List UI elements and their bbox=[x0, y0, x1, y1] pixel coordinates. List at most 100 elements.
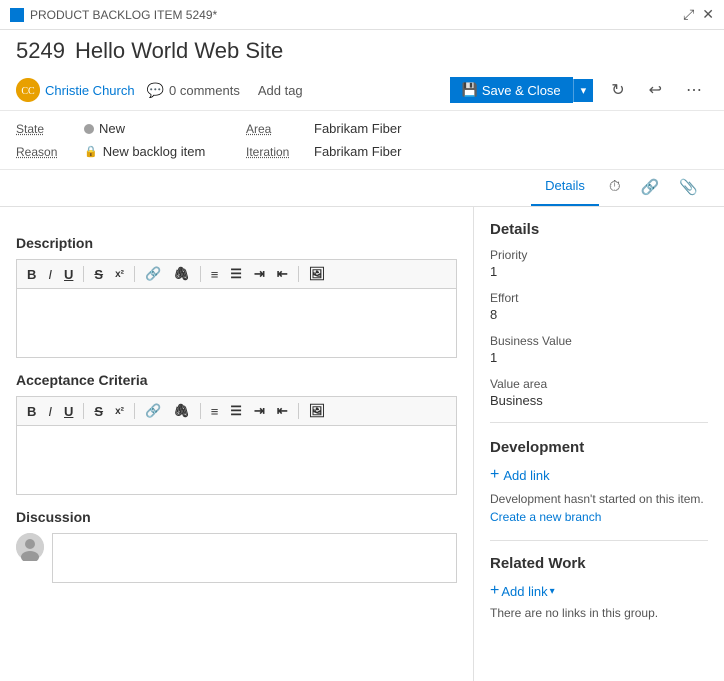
avatar: CC bbox=[16, 78, 40, 102]
reason-value[interactable]: 🔒 New backlog item bbox=[84, 144, 205, 159]
ac-italic-button[interactable]: I bbox=[44, 402, 56, 421]
discussion-section: Discussion bbox=[16, 509, 457, 583]
link2-button[interactable]: 🖇 bbox=[169, 264, 194, 284]
add-link-plus-icon: + bbox=[490, 466, 499, 484]
priority-field: Priority 1 bbox=[490, 248, 708, 279]
refresh-button[interactable]: ↻ bbox=[605, 76, 630, 104]
comments-button[interactable]: 💬 0 comments bbox=[147, 82, 240, 99]
ac-ol-button[interactable]: ☰ bbox=[226, 401, 246, 421]
value-area-label: Value area bbox=[490, 377, 708, 391]
development-title: Development bbox=[490, 439, 708, 456]
discussion-input[interactable] bbox=[52, 533, 457, 583]
area-field: Area Fabrikam Fiber bbox=[246, 121, 446, 136]
more-options-button[interactable]: ⋯ bbox=[680, 76, 708, 104]
ac-underline-button[interactable]: U bbox=[60, 402, 77, 421]
lock-icon: 🔒 bbox=[84, 145, 98, 158]
ac-link2-button[interactable]: 🖇 bbox=[169, 401, 194, 421]
save-close-dropdown-button[interactable]: ▾ bbox=[573, 79, 594, 102]
description-editor[interactable] bbox=[16, 288, 457, 358]
underline-button[interactable]: U bbox=[60, 265, 77, 284]
business-value-value[interactable]: 1 bbox=[490, 350, 708, 365]
add-tag-button[interactable]: Add tag bbox=[252, 81, 309, 100]
actions-row: CC Christie Church 💬 0 comments Add tag … bbox=[0, 70, 724, 111]
ac-ul-button[interactable]: ≡ bbox=[207, 402, 223, 421]
meta-col-right: Area Fabrikam Fiber Iteration Fabrikam F… bbox=[246, 121, 446, 159]
related-work-add-link-button[interactable]: + Add link ▾ bbox=[490, 582, 708, 600]
superscript-button[interactable]: x² bbox=[111, 267, 128, 282]
development-section: Development + Add link Development hasn'… bbox=[490, 439, 708, 526]
meta-row: State New Reason 🔒 New backlog item Area… bbox=[0, 111, 724, 170]
state-field: State New bbox=[16, 121, 216, 136]
link1-button[interactable]: 🔗 bbox=[141, 264, 165, 284]
ul-button[interactable]: ≡ bbox=[207, 265, 223, 284]
discussion-avatar bbox=[16, 533, 44, 561]
related-work-title: Related Work bbox=[490, 555, 708, 572]
product-backlog-icon bbox=[10, 8, 24, 22]
related-work-section: Related Work + Add link ▾ There are no l… bbox=[490, 555, 708, 620]
effort-label: Effort bbox=[490, 291, 708, 305]
dev-description: Development hasn't started on this item.… bbox=[490, 490, 708, 526]
ac-bold-button[interactable]: B bbox=[23, 402, 40, 421]
iteration-field: Iteration Fabrikam Fiber bbox=[246, 144, 446, 159]
expand-icon[interactable]: ⤢ bbox=[683, 6, 694, 23]
close-icon[interactable]: ✕ bbox=[702, 6, 714, 23]
tab-attachments[interactable]: 📎 bbox=[669, 170, 708, 206]
ac-superscript-button[interactable]: x² bbox=[111, 404, 128, 419]
dev-add-link-button[interactable]: + Add link bbox=[490, 466, 708, 484]
state-value[interactable]: New bbox=[84, 121, 125, 136]
ac-indent-button[interactable]: ⇥ bbox=[250, 401, 269, 421]
iteration-value[interactable]: Fabrikam Fiber bbox=[314, 144, 401, 159]
item-name[interactable]: Hello World Web Site bbox=[75, 38, 283, 64]
tab-links[interactable]: 🔗 bbox=[631, 170, 670, 206]
meta-col-left: State New Reason 🔒 New backlog item bbox=[16, 121, 216, 159]
value-area-value[interactable]: Business bbox=[490, 393, 708, 408]
business-value-field: Business Value 1 bbox=[490, 334, 708, 365]
acceptance-criteria-editor[interactable] bbox=[16, 425, 457, 495]
no-links-text: There are no links in this group. bbox=[490, 606, 708, 620]
acceptance-criteria-title: Acceptance Criteria bbox=[16, 372, 457, 388]
indent-button[interactable]: ⇥ bbox=[250, 264, 269, 284]
create-branch-link[interactable]: Create a new branch bbox=[490, 510, 601, 524]
title-bar-left: PRODUCT BACKLOG ITEM 5249* bbox=[10, 8, 217, 22]
ol-button[interactable]: ☰ bbox=[226, 264, 246, 284]
tab-history[interactable]: ⏱ bbox=[599, 170, 631, 206]
italic-button[interactable]: I bbox=[44, 265, 56, 284]
ac-toolbar-sep-3 bbox=[200, 403, 201, 419]
ac-toolbar-sep-4 bbox=[298, 403, 299, 419]
ac-image-button[interactable]: 🖼 bbox=[305, 401, 330, 421]
acceptance-criteria-section: Acceptance Criteria B I U S x² 🔗 🖇 ≡ ☰ ⇥… bbox=[16, 372, 457, 495]
state-label: State bbox=[16, 122, 76, 136]
toolbar-sep-2 bbox=[134, 266, 135, 282]
divider-1 bbox=[490, 422, 708, 423]
related-add-link-plus-icon: + bbox=[490, 582, 499, 600]
tabs-row: Details ⏱ 🔗 📎 bbox=[0, 170, 724, 207]
discussion-title: Discussion bbox=[16, 509, 457, 525]
strikethrough-button[interactable]: S bbox=[90, 265, 107, 284]
ac-strikethrough-button[interactable]: S bbox=[90, 402, 107, 421]
bold-button[interactable]: B bbox=[23, 265, 40, 284]
area-value[interactable]: Fabrikam Fiber bbox=[314, 121, 401, 136]
priority-value[interactable]: 1 bbox=[490, 264, 708, 279]
state-dot bbox=[84, 124, 94, 134]
tab-details[interactable]: Details bbox=[531, 170, 599, 206]
ac-outdent-button[interactable]: ⇤ bbox=[273, 401, 292, 421]
user-chip[interactable]: CC Christie Church bbox=[16, 78, 135, 102]
ac-link1-button[interactable]: 🔗 bbox=[141, 401, 165, 421]
undo-button[interactable]: ↩ bbox=[643, 76, 668, 104]
toolbar-sep-4 bbox=[298, 266, 299, 282]
user-name[interactable]: Christie Church bbox=[45, 83, 135, 98]
area-label: Area bbox=[246, 122, 306, 136]
iteration-label: Iteration bbox=[246, 145, 306, 159]
effort-value[interactable]: 8 bbox=[490, 307, 708, 322]
description-section: Description B I U S x² 🔗 🖇 ≡ ☰ ⇥ ⇤ 🖼 bbox=[16, 235, 457, 358]
save-close-button[interactable]: 💾 Save & Close bbox=[450, 77, 573, 103]
save-icon: 💾 bbox=[462, 82, 478, 98]
title-bar: PRODUCT BACKLOG ITEM 5249* ⤢ ✕ bbox=[0, 0, 724, 30]
divider-2 bbox=[490, 540, 708, 541]
image-button[interactable]: 🖼 bbox=[305, 264, 330, 284]
outdent-button[interactable]: ⇤ bbox=[273, 264, 292, 284]
right-panel: Details Priority 1 Effort 8 Business Val… bbox=[474, 207, 724, 681]
main-header: 5249 Hello World Web Site bbox=[0, 30, 724, 64]
acceptance-criteria-toolbar: B I U S x² 🔗 🖇 ≡ ☰ ⇥ ⇤ 🖼 bbox=[16, 396, 457, 425]
comments-label: 0 comments bbox=[169, 83, 240, 98]
